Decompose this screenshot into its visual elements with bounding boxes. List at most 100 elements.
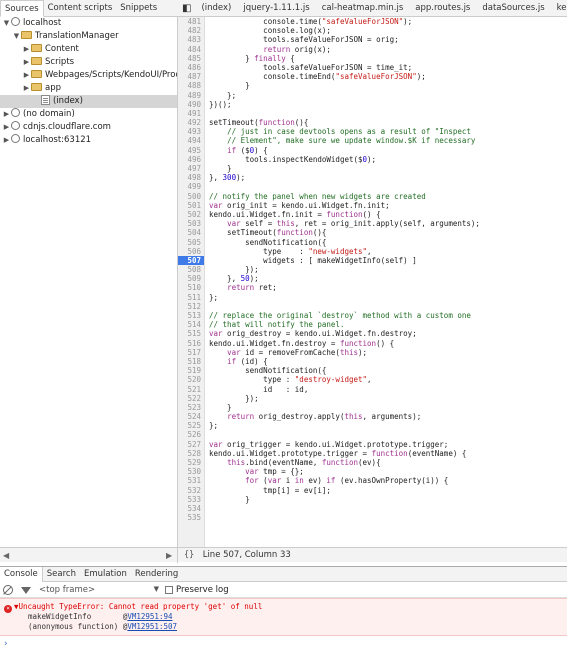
code-line[interactable]: tools.safeValueForJSON = orig; (209, 35, 564, 44)
code-line[interactable]: }, 300); (209, 173, 564, 182)
code-line[interactable]: var id = removeFromCache(this); (209, 348, 564, 357)
navigator-scrollbar[interactable]: ◀ ▶ (0, 548, 178, 563)
line-number[interactable]: 486 (178, 63, 204, 72)
collapsed-triangle-icon[interactable]: ▶ (2, 121, 11, 134)
line-number[interactable]: 515 (178, 329, 204, 338)
line-number[interactable]: 491 (178, 109, 204, 118)
code-line[interactable]: widgets : [ makeWidgetInfo(self) ] (209, 256, 564, 265)
code-line[interactable]: id : id, (209, 385, 564, 394)
tree-item[interactable]: ▼ TranslationManager (0, 30, 177, 43)
code-line[interactable]: setTimeout(function(){ (209, 118, 564, 127)
drawer-tab-rendering[interactable]: Rendering (131, 567, 182, 582)
code-line[interactable]: tools.inspectKendoWidget($0); (209, 155, 564, 164)
line-number[interactable]: 506 (178, 247, 204, 256)
tree-item[interactable]: ▶ cdnjs.cloudflare.com (0, 121, 177, 134)
collapsed-triangle-icon[interactable]: ▶ (22, 82, 31, 95)
line-number[interactable]: 493 (178, 127, 204, 136)
line-number[interactable]: 524 (178, 412, 204, 421)
toggle-navigator-icon[interactable]: ◧ (178, 0, 195, 16)
line-number[interactable]: 532 (178, 486, 204, 495)
collapsed-triangle-icon[interactable]: ▶ (22, 43, 31, 56)
line-number[interactable]: 484 (178, 45, 204, 54)
code-line[interactable]: console.log(x); (209, 26, 564, 35)
code-line[interactable]: // Element", make sure we update window.… (209, 136, 564, 145)
code-line[interactable]: type : "new-widgets", (209, 247, 564, 256)
code-line[interactable]: this.bind(eventName, function(ev){ (209, 458, 564, 467)
code-line[interactable] (209, 430, 564, 439)
file-tab[interactable]: kendo (551, 0, 567, 16)
code-line[interactable]: var orig_init = kendo.ui.Widget.fn.init; (209, 201, 564, 210)
line-number[interactable]: 498 (178, 173, 204, 182)
clear-console-icon[interactable] (3, 584, 13, 595)
code-line[interactable]: // notify the panel when new widgets are… (209, 192, 564, 201)
code-line[interactable]: }; (209, 91, 564, 100)
code-line[interactable]: type : "destroy-widget", (209, 375, 564, 384)
tab-sources[interactable]: Sources (0, 0, 44, 17)
drawer-tab-emulation[interactable]: Emulation (80, 567, 131, 582)
expanded-triangle-icon[interactable]: ▼ (12, 30, 21, 43)
code-line[interactable]: }); (209, 394, 564, 403)
line-number[interactable]: 502 (178, 210, 204, 219)
code-line[interactable] (209, 513, 564, 522)
line-number[interactable]: 489 (178, 91, 204, 100)
code-line[interactable]: } (209, 164, 564, 173)
code-line[interactable]: if (id) { (209, 357, 564, 366)
code-line[interactable] (209, 109, 564, 118)
code-line[interactable]: // just in case devtools opens as a resu… (209, 127, 564, 136)
line-number[interactable]: 517 (178, 348, 204, 357)
line-number[interactable]: 492 (178, 118, 204, 127)
line-number[interactable]: 501 (178, 201, 204, 210)
file-tab[interactable]: (index) (195, 0, 237, 16)
line-number[interactable]: 528 (178, 449, 204, 458)
tree-item[interactable]: ▶ localhost:63121 (0, 134, 177, 147)
line-number[interactable]: 500 (178, 192, 204, 201)
code-line[interactable]: }; (209, 421, 564, 430)
line-number[interactable]: 516 (178, 339, 204, 348)
code-line[interactable]: var tmp = {}; (209, 467, 564, 476)
code-line[interactable]: } (209, 495, 564, 504)
line-number[interactable]: 508 (178, 265, 204, 274)
code-line[interactable]: // that will notify the panel. (209, 320, 564, 329)
tree-item[interactable]: ▶ Content (0, 43, 177, 56)
file-tab[interactable]: jquery-1.11.1.js (237, 0, 315, 16)
tree-item[interactable]: ▶ Webpages/Scripts/KendoUI/Product (0, 69, 177, 82)
line-number[interactable]: 494 (178, 136, 204, 145)
line-number[interactable]: 510 (178, 283, 204, 292)
code-line[interactable]: for (var i in ev) if (ev.hasOwnProperty(… (209, 476, 564, 485)
expanded-triangle-icon[interactable]: ▼ (2, 17, 11, 30)
line-number[interactable]: 490 (178, 100, 204, 109)
line-number[interactable]: 511 (178, 293, 204, 302)
collapsed-triangle-icon[interactable]: ▶ (2, 134, 11, 147)
line-number[interactable]: 485 (178, 54, 204, 63)
line-number[interactable]: 526 (178, 430, 204, 439)
tree-item[interactable]: ▶ (no domain) (0, 108, 177, 121)
drawer-tab-console[interactable]: Console (0, 566, 43, 582)
line-number[interactable]: 521 (178, 385, 204, 394)
line-number[interactable]: 481 (178, 17, 204, 26)
line-number[interactable]: 495 (178, 146, 204, 155)
line-number[interactable]: 512 (178, 302, 204, 311)
code-line[interactable] (209, 504, 564, 513)
code-line[interactable]: } (209, 403, 564, 412)
code-line[interactable]: // replace the original `destroy` method… (209, 311, 564, 320)
code-line[interactable]: })(); (209, 100, 564, 109)
line-number[interactable]: 531 (178, 476, 204, 485)
code-line[interactable]: return ret; (209, 283, 564, 292)
line-number[interactable]: 509 (178, 274, 204, 283)
code-line[interactable] (209, 302, 564, 311)
line-number[interactable]: 504 (178, 228, 204, 237)
line-number[interactable]: 533 (178, 495, 204, 504)
code-line[interactable]: } (209, 81, 564, 90)
collapsed-triangle-icon[interactable]: ▶ (22, 69, 31, 82)
console-prompt[interactable]: › (0, 636, 567, 652)
line-number[interactable]: 482 (178, 26, 204, 35)
code-line[interactable]: var orig_trigger = kendo.ui.Widget.proto… (209, 440, 564, 449)
tree-item[interactable]: ▶ app (0, 82, 177, 95)
code-line[interactable]: return orig_destroy.apply(this, argument… (209, 412, 564, 421)
drawer-tab-search[interactable]: Search (43, 567, 80, 582)
code-line[interactable]: console.timeEnd("safeValueForJSON"); (209, 72, 564, 81)
filter-icon[interactable] (21, 587, 31, 594)
code-line[interactable]: }); (209, 265, 564, 274)
code-content[interactable]: console.time("safeValueForJSON"); consol… (209, 17, 564, 522)
pretty-print-icon[interactable]: {} (184, 548, 200, 562)
